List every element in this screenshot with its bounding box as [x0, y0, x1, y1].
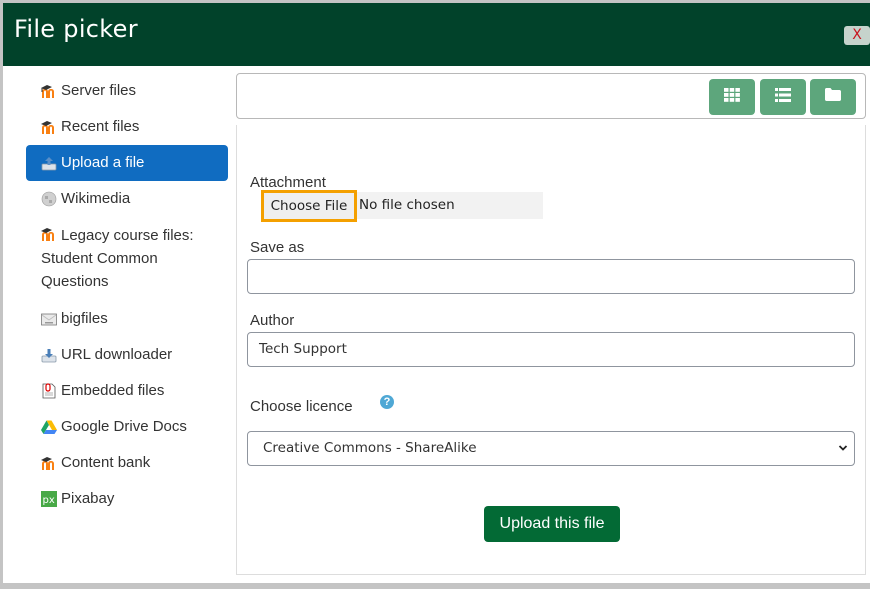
sidebar-item-recent-files[interactable]: Recent files	[26, 109, 228, 145]
sidebar-item-google-drive-docs[interactable]: Google Drive Docs	[26, 409, 228, 445]
upload-this-file-button[interactable]: Upload this file	[484, 506, 620, 542]
author-label: Author	[250, 312, 295, 329]
author-input[interactable]: Tech Support	[247, 332, 855, 367]
dialog-title: File picker	[14, 15, 138, 43]
attachment-label: Attachment	[250, 174, 326, 191]
sidebar-item-label: Pixabay	[61, 490, 115, 507]
licence-select[interactable]: Creative Commons - ShareAlike	[247, 431, 855, 466]
sidebar-item-label: Legacy course files: Student Common Ques…	[41, 227, 194, 290]
sidebar-item-label: Google Drive Docs	[61, 418, 187, 435]
sidebar-item-label: Embedded files	[61, 382, 165, 399]
sidebar-item-url-downloader[interactable]: URL downloader	[26, 337, 228, 373]
tree-view-button[interactable]	[810, 79, 856, 115]
grid-view-button[interactable]	[709, 79, 755, 115]
sidebar-item-content-bank[interactable]: Content bank	[26, 445, 228, 481]
sidebar-item-label: Server files	[61, 82, 137, 99]
list-icon	[775, 87, 791, 107]
document-icon	[41, 383, 57, 399]
filesystem-icon	[41, 311, 57, 327]
grid-icon	[724, 87, 740, 107]
sidebar-item-wikimedia[interactable]: Wikimedia	[26, 181, 228, 217]
sidebar-item-server-files[interactable]: Server files	[26, 73, 228, 109]
repository-sidebar: Server files Recent files Upload a file …	[26, 73, 228, 517]
close-button[interactable]: X	[844, 26, 870, 45]
sidebar-item-upload-a-file[interactable]: Upload a file	[26, 145, 228, 181]
folder-icon	[825, 88, 841, 106]
moodle-icon	[41, 226, 57, 242]
upload-icon	[41, 155, 57, 171]
url-download-icon	[41, 347, 57, 363]
moodle-icon	[41, 455, 57, 471]
save-as-input[interactable]	[247, 259, 855, 294]
sidebar-item-label: Recent files	[61, 118, 140, 135]
sidebar-item-label: bigfiles	[61, 310, 108, 327]
sidebar-item-pixabay[interactable]: px Pixabay	[26, 481, 228, 517]
sidebar-item-embedded-files[interactable]: Embedded files	[26, 373, 228, 409]
upload-form: Attachment Choose File No file chosen Sa…	[236, 125, 866, 575]
sidebar-item-label: Content bank	[61, 454, 151, 471]
dialog-header: File picker X	[3, 3, 870, 66]
sidebar-item-label: Upload a file	[61, 154, 145, 171]
view-toolbar	[236, 73, 866, 119]
help-icon[interactable]: ?	[380, 395, 394, 409]
sidebar-item-bigfiles[interactable]: bigfiles	[26, 301, 228, 337]
wikimedia-icon	[41, 191, 57, 207]
choose-file-button[interactable]: Choose File	[261, 190, 357, 222]
sidebar-item-label: URL downloader	[61, 346, 173, 363]
save-as-label: Save as	[250, 239, 305, 256]
chevron-down-icon	[838, 432, 848, 478]
svg-text:px: px	[43, 495, 55, 506]
licence-label: Choose licence	[250, 398, 353, 415]
sidebar-item-legacy-course-files[interactable]: Legacy course files: Student Common Ques…	[26, 217, 228, 301]
no-file-chosen-text: No file chosen	[359, 197, 455, 213]
licence-selected-value: Creative Commons - ShareAlike	[263, 440, 477, 456]
google-drive-icon	[41, 419, 57, 435]
list-view-button[interactable]	[760, 79, 806, 115]
moodle-icon	[41, 119, 57, 135]
sidebar-item-label: Wikimedia	[61, 190, 131, 207]
file-picker-dialog: File picker X Server files Recent files …	[3, 3, 870, 583]
moodle-icon	[41, 83, 57, 99]
pixabay-icon: px	[41, 491, 57, 507]
